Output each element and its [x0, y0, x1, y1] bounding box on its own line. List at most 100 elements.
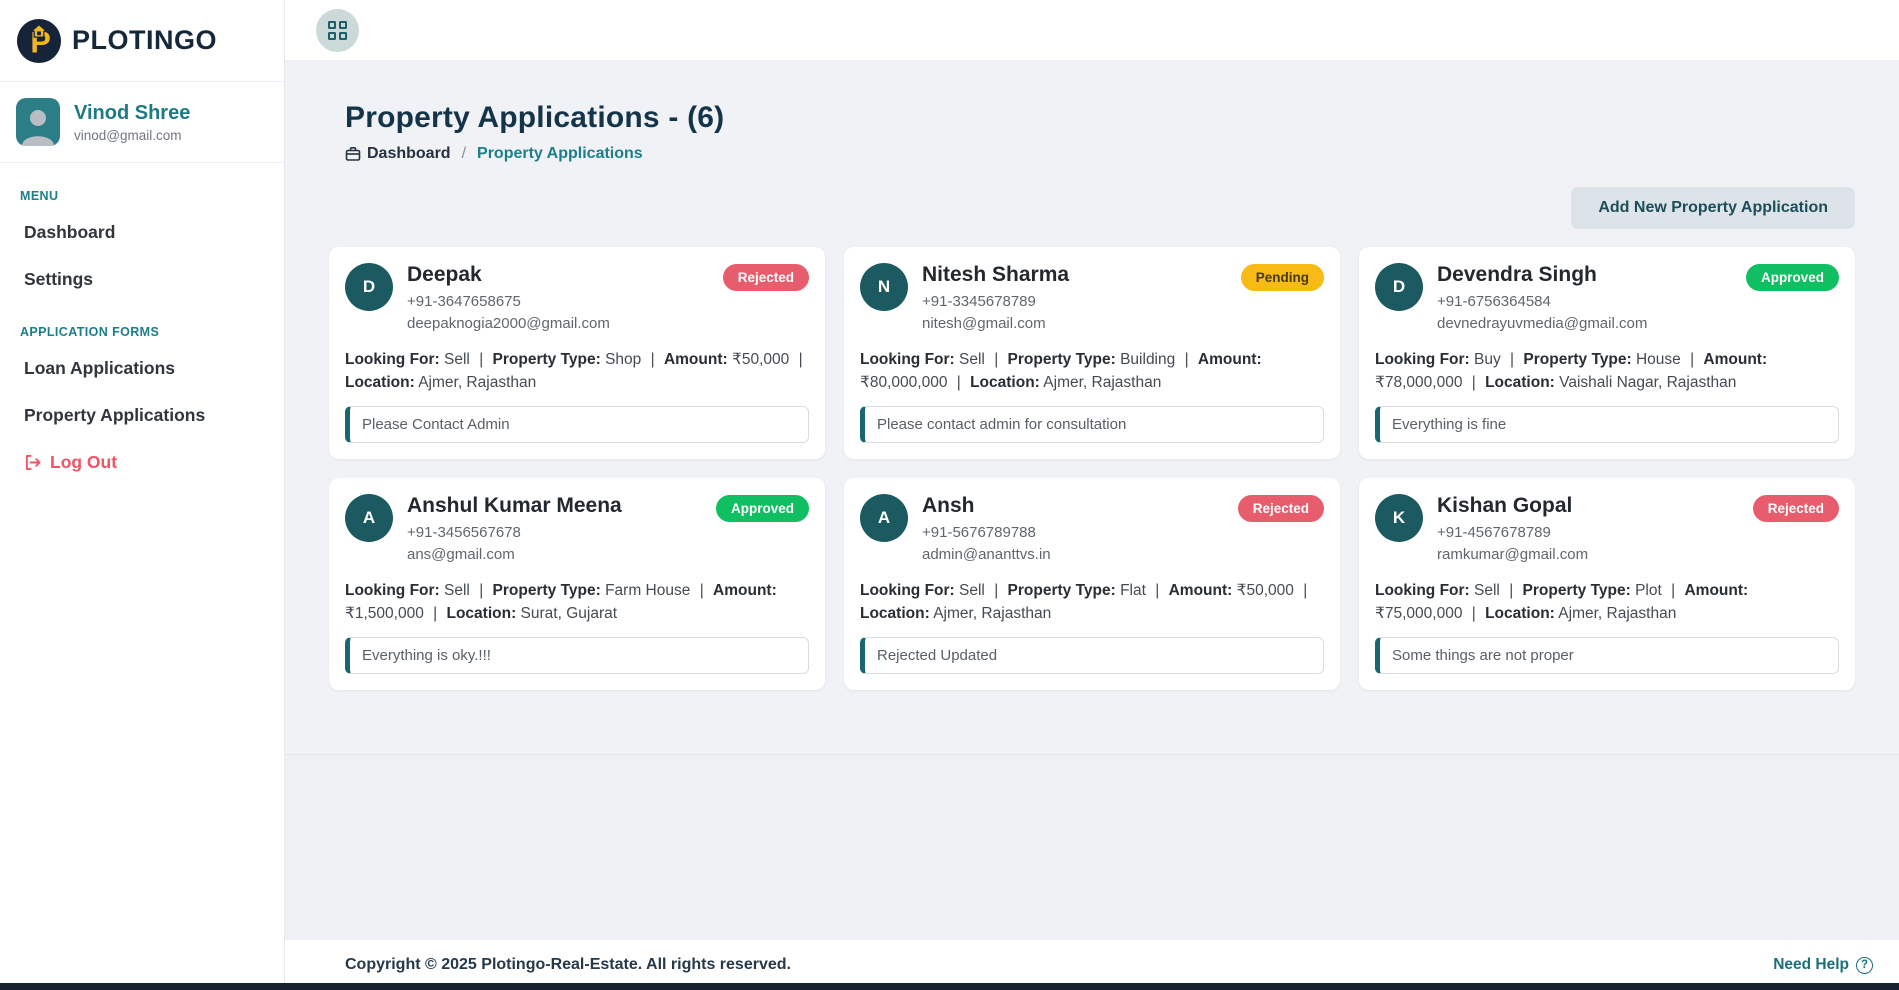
- user-profile: Vinod Shree vinod@gmail.com: [0, 82, 284, 163]
- avatar: N: [860, 263, 908, 311]
- applicant-email: ans@gmail.com: [407, 544, 622, 566]
- amount-value: ₹1,500,000: [345, 605, 424, 622]
- location-label: Location:: [1485, 605, 1555, 622]
- help-circle-icon: ?: [1856, 957, 1873, 974]
- need-help-link[interactable]: Need Help ?: [1773, 956, 1873, 974]
- logout-label: Log Out: [50, 452, 117, 473]
- sidebar-item-dashboard[interactable]: Dashboard: [20, 209, 264, 256]
- applicant-name: Kishan Gopal: [1437, 494, 1588, 518]
- user-email: vinod@gmail.com: [74, 128, 190, 143]
- application-details: Looking For: Sell | Property Type: Shop …: [345, 348, 809, 395]
- actions-row: Add New Property Application: [329, 187, 1855, 229]
- detail-separator: |: [1671, 582, 1675, 599]
- location-value: Vaishali Nagar, Rajasthan: [1559, 374, 1736, 391]
- grid-icon: [328, 21, 347, 40]
- applicant-phone: +91-5676789788: [922, 522, 1051, 544]
- sidebar-item-settings[interactable]: Settings: [20, 256, 264, 303]
- breadcrumb-dashboard-link[interactable]: Dashboard: [367, 145, 451, 163]
- property-type-label: Property Type:: [493, 582, 601, 599]
- property-type-label: Property Type:: [1008, 582, 1116, 599]
- admin-note: Everything is oky.!!!: [345, 637, 809, 674]
- detail-separator: |: [957, 374, 961, 391]
- applicant-name: Nitesh Sharma: [922, 263, 1069, 287]
- page-title: Property Applications - (6): [345, 101, 1855, 135]
- property-type-label: Property Type:: [1523, 351, 1631, 368]
- topbar: [285, 0, 1899, 61]
- application-details: Looking For: Sell | Property Type: Build…: [860, 348, 1324, 395]
- applications-grid: D Deepak +91-3647658675 deepaknogia2000@…: [329, 247, 1855, 754]
- logout-button[interactable]: Log Out: [20, 439, 264, 486]
- status-badge: Approved: [1746, 264, 1839, 291]
- menu-section-label: APPLICATION FORMS: [20, 325, 264, 339]
- application-card: K Kishan Gopal +91-4567678789 ramkumar@g…: [1359, 478, 1855, 690]
- property-type-label: Property Type:: [1523, 582, 1631, 599]
- breadcrumb: Dashboard / Property Applications: [345, 145, 1855, 163]
- location-value: Ajmer, Rajasthan: [1043, 374, 1161, 391]
- looking-for-value: Sell: [1474, 582, 1500, 599]
- detail-separator: |: [1155, 582, 1159, 599]
- sidebar-item-property-applications[interactable]: Property Applications: [20, 392, 264, 439]
- admin-note: Please Contact Admin: [345, 406, 809, 443]
- application-card: A Anshul Kumar Meena +91-3456567678 ans@…: [329, 478, 825, 690]
- application-card: A Ansh +91-5676789788 admin@ananttvs.in …: [844, 478, 1340, 690]
- applicant-name: Ansh: [922, 494, 1051, 518]
- amount-value: ₹50,000: [732, 351, 789, 368]
- looking-for-label: Looking For:: [1375, 582, 1470, 599]
- applicant-name: Devendra Singh: [1437, 263, 1647, 287]
- applicant-email: devnedrayuvmedia@gmail.com: [1437, 313, 1647, 335]
- location-value: Ajmer, Rajasthan: [418, 374, 536, 391]
- amount-value: ₹80,000,000: [860, 374, 947, 391]
- sidebar-toggle-button[interactable]: [316, 9, 359, 52]
- breadcrumb-current[interactable]: Property Applications: [477, 145, 643, 163]
- application-details: Looking For: Buy | Property Type: House …: [1375, 348, 1839, 395]
- detail-separator: |: [433, 605, 437, 622]
- looking-for-value: Sell: [444, 582, 470, 599]
- property-type-value: Farm House: [605, 582, 690, 599]
- looking-for-label: Looking For:: [860, 582, 955, 599]
- logout-icon: [24, 454, 41, 471]
- detail-separator: |: [1510, 351, 1514, 368]
- sidebar-item-loan-applications[interactable]: Loan Applications: [20, 345, 264, 392]
- status-badge: Rejected: [1238, 495, 1324, 522]
- amount-label: Amount:: [713, 582, 777, 599]
- admin-note: Everything is fine: [1375, 406, 1839, 443]
- property-type-label: Property Type:: [493, 351, 601, 368]
- admin-note: Some things are not proper: [1375, 637, 1839, 674]
- need-help-label: Need Help: [1773, 956, 1849, 974]
- application-details: Looking For: Sell | Property Type: Farm …: [345, 579, 809, 626]
- property-type-label: Property Type:: [1008, 351, 1116, 368]
- amount-label: Amount:: [1684, 582, 1748, 599]
- detail-separator: |: [1303, 582, 1307, 599]
- application-card: D Devendra Singh +91-6756364584 devnedra…: [1359, 247, 1855, 459]
- avatar: K: [1375, 494, 1423, 542]
- user-name: Vinod Shree: [74, 102, 190, 125]
- avatar: A: [345, 494, 393, 542]
- location-label: Location:: [446, 605, 516, 622]
- location-value: Surat, Gujarat: [521, 605, 618, 622]
- applicant-phone: +91-6756364584: [1437, 291, 1647, 313]
- applicant-phone: +91-3456567678: [407, 522, 622, 544]
- main-area: Property Applications - (6) Dashboard / …: [285, 0, 1899, 990]
- add-property-application-button[interactable]: Add New Property Application: [1571, 187, 1855, 229]
- sidebar-menu: MENU Dashboard Settings APPLICATION FORM…: [0, 163, 284, 498]
- property-type-value: Plot: [1635, 582, 1662, 599]
- applicant-email: ramkumar@gmail.com: [1437, 544, 1588, 566]
- brand-logo[interactable]: P PLOTINGO: [0, 0, 284, 82]
- status-badge: Approved: [716, 495, 809, 522]
- looking-for-label: Looking For:: [345, 351, 440, 368]
- applicant-name: Anshul Kumar Meena: [407, 494, 622, 518]
- detail-separator: |: [799, 351, 803, 368]
- detail-separator: |: [994, 351, 998, 368]
- applicant-email: deepaknogia2000@gmail.com: [407, 313, 610, 335]
- property-type-value: Building: [1120, 351, 1175, 368]
- status-badge: Rejected: [1753, 495, 1839, 522]
- looking-for-value: Sell: [959, 582, 985, 599]
- avatar: D: [345, 263, 393, 311]
- admin-note: Please contact admin for consultation: [860, 406, 1324, 443]
- page-content: Property Applications - (6) Dashboard / …: [285, 61, 1899, 755]
- copyright-text: Copyright © 2025 Plotingo-Real-Estate. A…: [345, 956, 791, 974]
- detail-separator: |: [1472, 605, 1476, 622]
- looking-for-value: Buy: [1474, 351, 1501, 368]
- applicant-phone: +91-3345678789: [922, 291, 1069, 313]
- detail-separator: |: [700, 582, 704, 599]
